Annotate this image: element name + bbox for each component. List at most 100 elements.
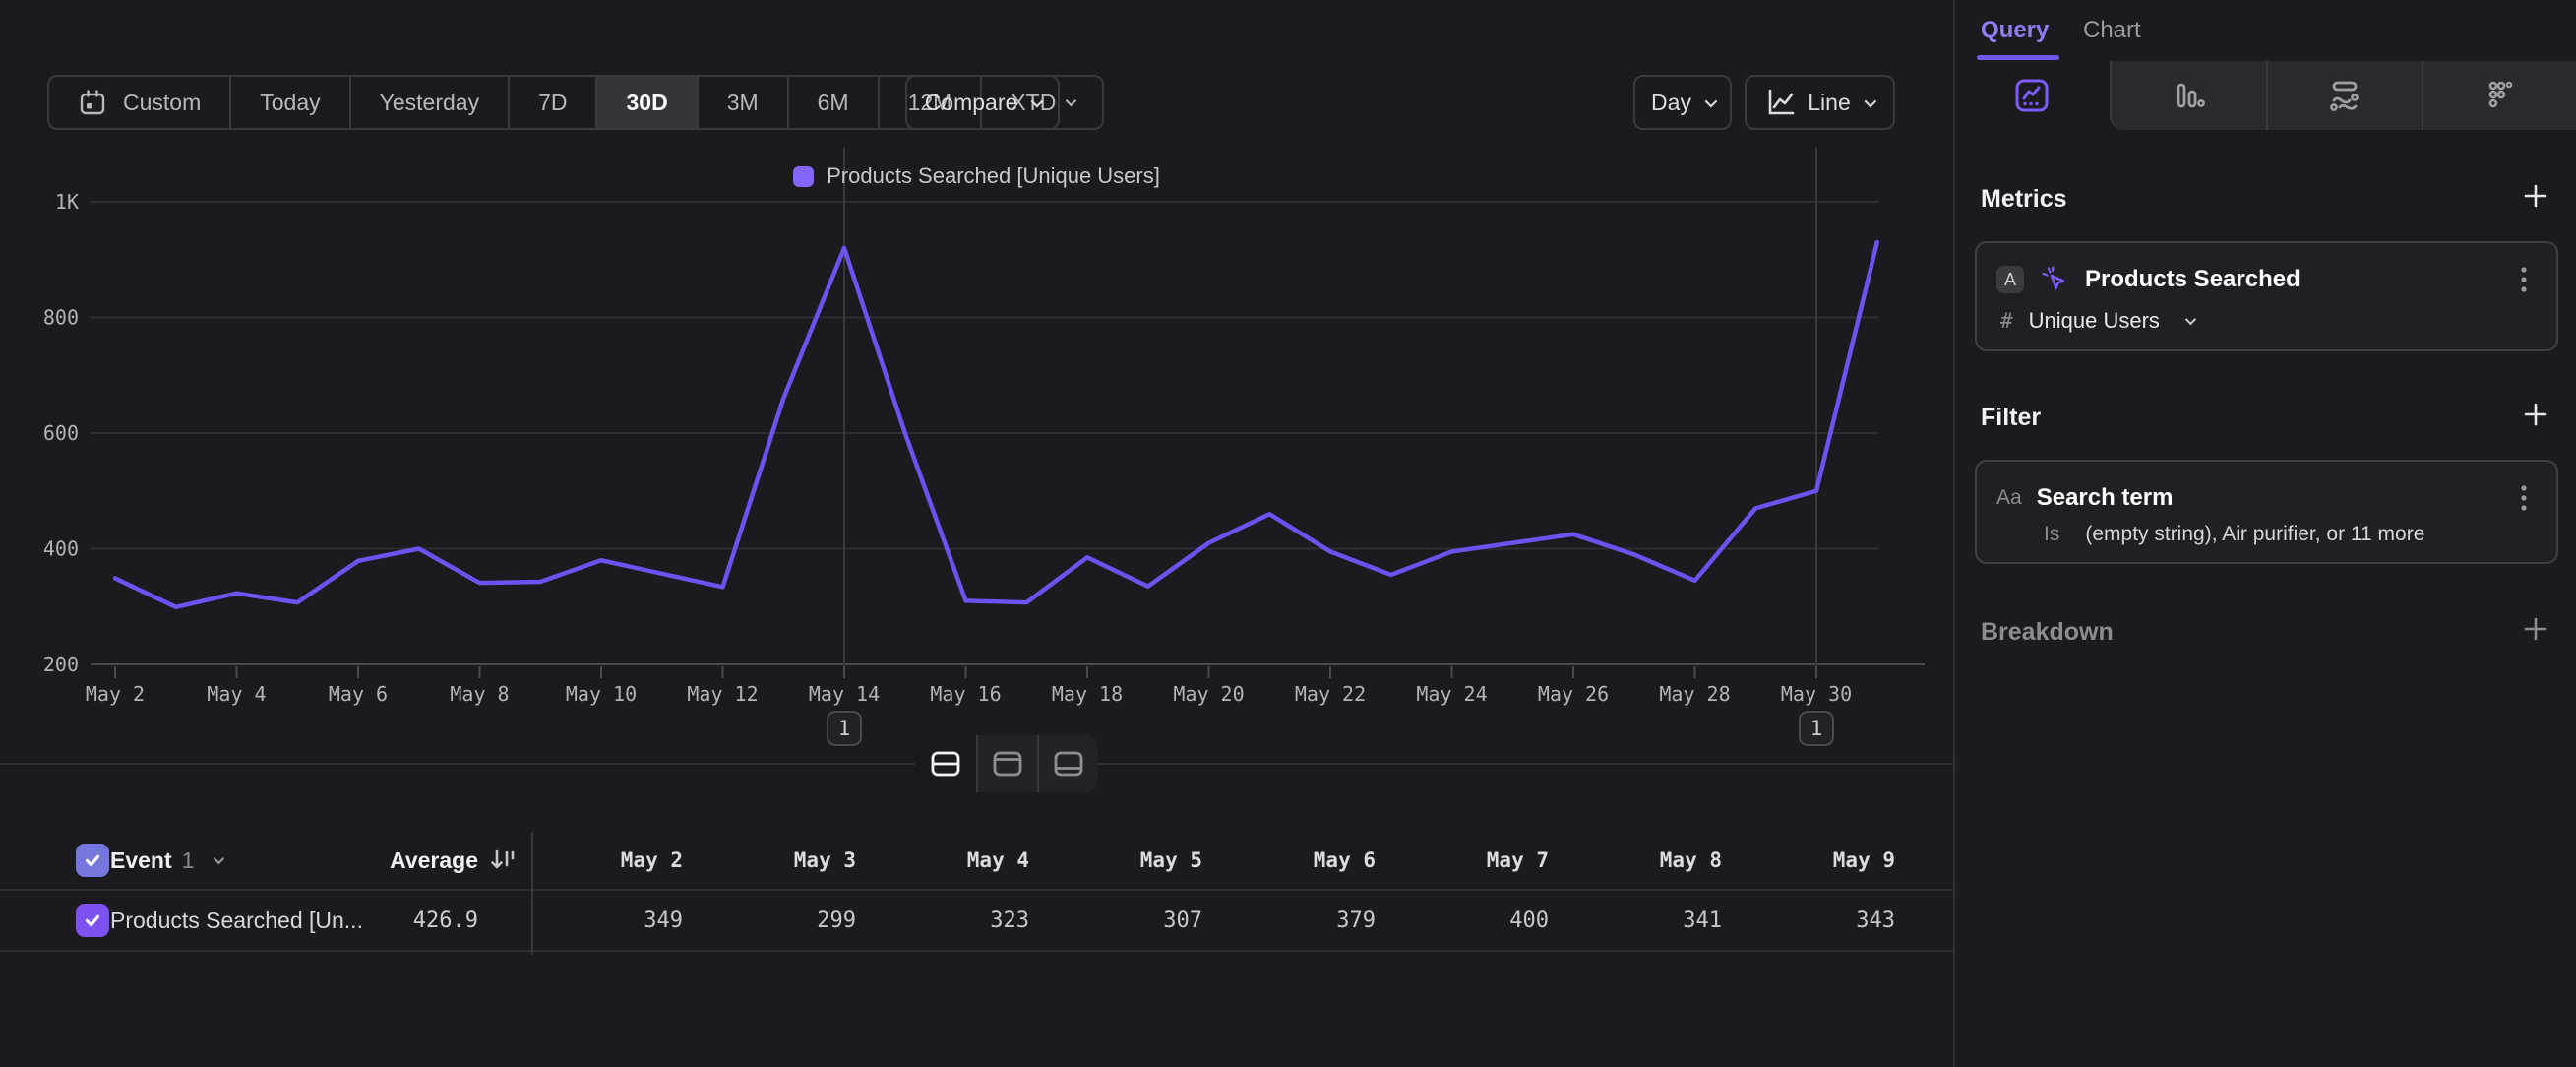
chevron-down-icon: [2185, 314, 2196, 325]
filter-property-name: Search term: [2037, 484, 2174, 512]
granularity-button[interactable]: Day: [1633, 75, 1732, 130]
layout-toggle-group: [915, 735, 1098, 792]
average-column-header: Average: [276, 832, 478, 889]
bar-chart-icon: [2168, 75, 2209, 116]
filter-kebab-menu[interactable]: [2507, 481, 2541, 515]
compare-button[interactable]: Compare: [905, 75, 1060, 130]
range-label: Today: [260, 90, 320, 116]
event-column-header[interactable]: Event 1: [110, 832, 221, 889]
event-count: 1: [182, 847, 195, 874]
toolbar: CustomTodayYesterday7D30D3M6M12MXTD Comp…: [47, 75, 1952, 130]
x-axis-label: May 8: [450, 682, 509, 706]
metric-card[interactable]: A Products Searched # Unique Users: [1975, 241, 2558, 351]
date-column-header: May 9: [1728, 832, 1895, 889]
range-button-6m[interactable]: 6M: [787, 77, 878, 128]
add-breakdown-button[interactable]: [2521, 614, 2550, 644]
tab-flows[interactable]: [2266, 61, 2423, 130]
filter-operator: Is: [2044, 523, 2059, 546]
table-cell-value: 299: [689, 891, 856, 950]
granularity-label: Day: [1651, 90, 1691, 116]
range-button-3m[interactable]: 3M: [697, 77, 787, 128]
date-column-header: May 8: [1555, 832, 1722, 889]
range-label: Custom: [123, 90, 201, 116]
split-view-button[interactable]: [915, 735, 976, 792]
table-bottom-view-icon: [1050, 748, 1087, 780]
range-label: 30D: [626, 90, 667, 116]
legend-label: Products Searched [Unique Users]: [827, 163, 1160, 189]
x-axis-label: May 2: [86, 682, 145, 706]
chevron-down-icon: [1066, 95, 1076, 106]
range-button-7d[interactable]: 7D: [508, 77, 595, 128]
breakdown-table: Event 1 Average May 2May 3May 4May 5May …: [0, 832, 1953, 952]
x-axis-label: May 26: [1538, 682, 1609, 706]
x-axis-label: May 12: [687, 682, 758, 706]
table-cell-value: 349: [516, 891, 683, 950]
range-label: 6M: [818, 90, 849, 116]
panel-tabs: Query Chart: [1955, 0, 2576, 61]
event-label: Event: [110, 847, 172, 874]
metric-name: Products Searched: [2085, 266, 2300, 293]
tab-funnels[interactable]: [2110, 61, 2266, 130]
range-button-yesterday[interactable]: Yesterday: [349, 77, 508, 128]
flows-icon: [2322, 75, 2367, 116]
filter-value: (empty string), Air purifier, or 11 more: [2085, 523, 2424, 546]
tab-query[interactable]: Query: [1981, 0, 2049, 61]
compare-label: Compare: [925, 90, 1018, 116]
tab-chart[interactable]: Chart: [2083, 0, 2141, 61]
line-series[interactable]: [115, 242, 1877, 607]
x-axis-label: May 24: [1416, 682, 1487, 706]
sort-descending-icon[interactable]: [489, 847, 519, 874]
filter-card[interactable]: Aa Search term Is (empty string), Air pu…: [1975, 460, 2558, 564]
tab-retention[interactable]: [2422, 61, 2576, 130]
series-average-value: 426.9: [276, 891, 478, 950]
annotation-badge[interactable]: 1: [1799, 711, 1834, 746]
metrics-section-title: Metrics: [1981, 185, 2067, 214]
date-column-header: May 7: [1381, 832, 1549, 889]
metric-kebab-menu[interactable]: [2507, 263, 2541, 296]
table-row: Products Searched [Un... 426.9 349299323…: [0, 891, 1953, 952]
tab-insights[interactable]: [1955, 61, 2110, 130]
table-top-view-button[interactable]: [976, 735, 1037, 792]
table-cell-value: 307: [1035, 891, 1202, 950]
x-axis-label: May 30: [1781, 682, 1852, 706]
split-view-icon: [927, 748, 964, 780]
chart-type-button[interactable]: Line: [1745, 75, 1895, 130]
active-tab-underline: [1977, 55, 2059, 60]
table-cell-value: 341: [1555, 891, 1722, 950]
metric-letter-badge: A: [1996, 266, 2024, 293]
table-cell-value: 379: [1208, 891, 1376, 950]
select-all-checkbox[interactable]: [76, 844, 109, 877]
annotation-badge[interactable]: 1: [827, 711, 862, 746]
date-column-header: May 4: [862, 832, 1029, 889]
series-checkbox[interactable]: [76, 904, 109, 937]
y-axis-label: 600: [43, 421, 79, 445]
range-button-30d[interactable]: 30D: [595, 77, 696, 128]
range-button-today[interactable]: Today: [229, 77, 348, 128]
query-panel: Query Chart: [1953, 0, 2576, 1067]
chevron-down-icon: [1031, 94, 1044, 107]
x-axis-label: May 16: [930, 682, 1001, 706]
breakdown-section-title: Breakdown: [1981, 618, 2114, 647]
date-column-header: May 6: [1208, 832, 1376, 889]
hash-icon: #: [2000, 309, 2013, 333]
x-axis-label: May 22: [1295, 682, 1366, 706]
table-cell-value: 343: [1728, 891, 1895, 950]
legend-item[interactable]: Products Searched [Unique Users]: [793, 163, 1160, 189]
range-label: 3M: [727, 90, 759, 116]
range-button-custom[interactable]: Custom: [49, 77, 229, 128]
add-filter-button[interactable]: [2521, 400, 2550, 429]
retention-dots-icon: [2481, 75, 2522, 116]
filter-condition[interactable]: Is (empty string), Air purifier, or 11 m…: [2044, 523, 2424, 546]
check-icon: [82, 910, 103, 931]
insights-icon: [2011, 75, 2053, 116]
table-bottom-view-button[interactable]: [1037, 735, 1098, 792]
x-axis-label: May 28: [1659, 682, 1730, 706]
add-metric-button[interactable]: [2521, 181, 2550, 211]
x-axis-label: May 6: [329, 682, 388, 706]
event-click-icon: [2039, 264, 2070, 295]
calendar-icon: [78, 88, 107, 117]
y-axis-label: 800: [43, 306, 79, 330]
range-label: 7D: [538, 90, 567, 116]
filter-section-title: Filter: [1981, 404, 2041, 432]
measure-selector[interactable]: # Unique Users: [2000, 308, 2193, 334]
